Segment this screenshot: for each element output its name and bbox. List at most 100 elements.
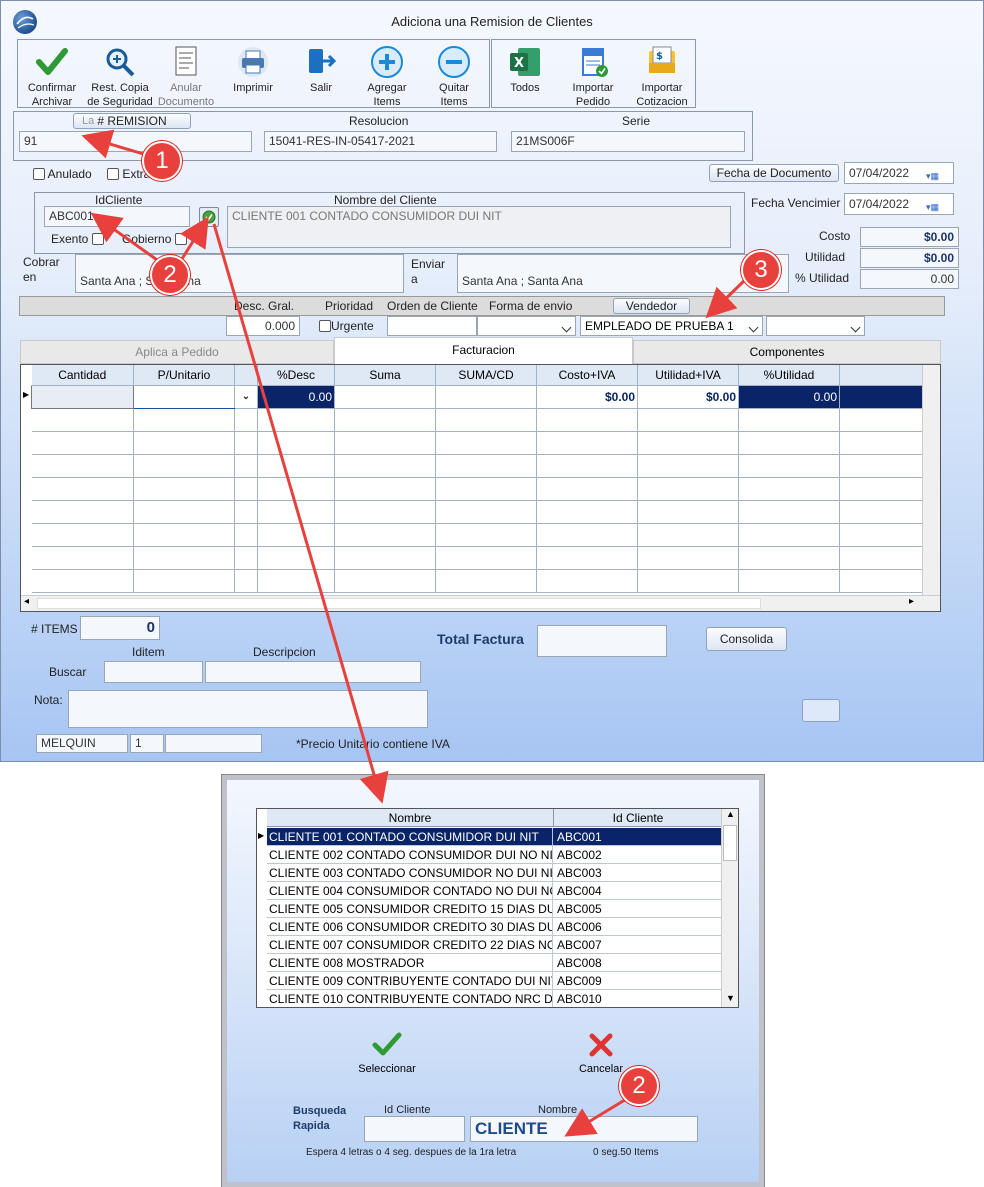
utilidad-iva-cell[interactable]: $0.00 bbox=[637, 385, 739, 409]
table-row[interactable]: CLIENTE 010 CONTRIBUYENTE CONTADO NRC DA… bbox=[267, 990, 721, 1007]
cantidad-cell[interactable] bbox=[31, 384, 134, 409]
table-row[interactable] bbox=[31, 500, 926, 524]
scroll-right-icon[interactable]: ▸ bbox=[909, 596, 914, 607]
idcliente-field[interactable]: ABC001 bbox=[44, 206, 190, 227]
extra-check[interactable] bbox=[107, 168, 119, 180]
vendedor-button[interactable]: Vendedor bbox=[613, 298, 690, 314]
table-row[interactable]: CLIENTE 008 MOSTRADOR ABC008 bbox=[267, 954, 721, 972]
void-document-button[interactable]: Anular Documento bbox=[156, 41, 216, 109]
nota-field[interactable] bbox=[68, 690, 428, 728]
export-all-button[interactable]: X Todos bbox=[497, 41, 553, 95]
scroll-thumb[interactable] bbox=[723, 825, 737, 861]
consolida-button[interactable]: Consolida bbox=[706, 627, 787, 651]
client-name-cell[interactable]: CLIENTE 009 CONTRIBUYENTE CONTADO DUI NI… bbox=[269, 972, 553, 990]
client-id-cell[interactable]: ABC004 bbox=[557, 882, 717, 900]
blank-action-button[interactable] bbox=[802, 699, 840, 722]
fecha-vencimiento-picker[interactable]: 07/04/2022 ▾▦ bbox=[844, 193, 954, 215]
table-row[interactable] bbox=[31, 569, 926, 593]
iditem-search-field[interactable] bbox=[104, 661, 203, 683]
fecha-documento-picker[interactable]: 07/04/2022 ▾▦ bbox=[844, 162, 954, 184]
exento-check[interactable] bbox=[91, 233, 104, 245]
remision-label-button[interactable]: La # REMISION bbox=[73, 113, 191, 129]
client-name-cell[interactable]: CLIENTE 003 CONTADO CONSUMIDOR NO DUI NI… bbox=[269, 864, 553, 882]
orden-cliente-field[interactable] bbox=[387, 316, 477, 336]
cancel-button[interactable]: Cancelar bbox=[571, 1030, 631, 1075]
restore-backup-button[interactable]: Rest. Copia de Seguridad bbox=[85, 41, 155, 109]
confirm-archive-button[interactable]: Confirmar Archivar bbox=[21, 41, 83, 109]
anulado-check[interactable] bbox=[33, 168, 45, 180]
table-row[interactable]: ⌄ 0.00 $0.00 $0.00 0.00 bbox=[31, 384, 926, 409]
scroll-up-icon[interactable]: ▲ bbox=[726, 809, 735, 819]
table-row[interactable] bbox=[31, 523, 926, 547]
client-name-cell[interactable]: CLIENTE 004 CONSUMIDOR CONTADO NO DUI NO… bbox=[269, 882, 553, 900]
add-items-button[interactable]: Agregar Items bbox=[359, 41, 415, 109]
costo-iva-cell[interactable]: $0.00 bbox=[536, 385, 638, 409]
resolucion-field[interactable]: 15041-RES-IN-05417-2021 bbox=[264, 131, 497, 152]
table-row[interactable]: CLIENTE 002 CONTADO CONSUMIDOR DUI NO NI… bbox=[267, 846, 721, 864]
client-name-cell[interactable]: CLIENTE 008 MOSTRADOR bbox=[269, 954, 553, 972]
table-row[interactable]: CLIENTE 004 CONSUMIDOR CONTADO NO DUI NO… bbox=[267, 882, 721, 900]
vertical-scrollbar[interactable] bbox=[922, 365, 940, 595]
calendar-icon[interactable]: ▾▦ bbox=[926, 166, 950, 181]
descripcion-search-field[interactable] bbox=[205, 661, 421, 683]
import-order-button[interactable]: Importar Pedido bbox=[565, 41, 621, 109]
quick-search-id-field[interactable] bbox=[364, 1116, 465, 1142]
col-header[interactable]: Utilidad+IVA bbox=[637, 365, 739, 386]
client-id-cell[interactable]: ABC001 bbox=[557, 828, 717, 846]
col-header-nombre[interactable]: Nombre bbox=[267, 809, 554, 827]
punitario-cell[interactable] bbox=[133, 385, 235, 409]
remove-items-button[interactable]: Quitar Items bbox=[426, 41, 482, 109]
enviar-field[interactable]: Santa Ana ; Santa Ana bbox=[457, 254, 789, 293]
table-row[interactable]: CLIENTE 001 CONTADO CONSUMIDOR DUI NIT AB… bbox=[267, 828, 721, 846]
tab-facturacion[interactable]: Facturacion bbox=[334, 337, 633, 365]
desc-gral-field[interactable]: 0.000 bbox=[226, 316, 300, 336]
tab-componentes[interactable]: Componentes bbox=[633, 340, 941, 364]
pct-utilidad-cell[interactable]: 0.00 bbox=[738, 385, 840, 409]
client-id-cell[interactable]: ABC010 bbox=[557, 990, 717, 1007]
table-row[interactable]: CLIENTE 006 CONSUMIDOR CREDITO 30 DIAS D… bbox=[267, 918, 721, 936]
table-row[interactable] bbox=[31, 477, 926, 501]
gobierno-check[interactable] bbox=[174, 233, 187, 245]
col-header[interactable] bbox=[234, 365, 258, 386]
quick-search-name-field[interactable]: CLIENTE bbox=[470, 1116, 698, 1142]
suma-cell[interactable] bbox=[334, 385, 436, 409]
cobrar-field[interactable]: Santa Ana ; Santa Ana bbox=[75, 254, 404, 293]
anulado-checkbox[interactable]: Anulado bbox=[33, 167, 92, 181]
remision-number-field[interactable]: 91 bbox=[19, 131, 252, 152]
desc-cell[interactable]: 0.00 bbox=[257, 385, 335, 409]
client-name-cell[interactable]: CLIENTE 010 CONTRIBUYENTE CONTADO NRC D bbox=[269, 990, 553, 1007]
items-grid[interactable]: Cantidad P/Unitario %Desc Suma SUMA/CD C… bbox=[20, 364, 941, 612]
exento-checkbox[interactable]: Exento bbox=[51, 232, 104, 246]
col-header[interactable]: SUMA/CD bbox=[435, 365, 537, 386]
table-row[interactable] bbox=[31, 454, 926, 478]
client-id-cell[interactable]: ABC006 bbox=[557, 918, 717, 936]
table-row[interactable] bbox=[31, 546, 926, 570]
col-header[interactable]: P/Unitario bbox=[133, 365, 235, 386]
urgente-check[interactable] bbox=[319, 320, 331, 332]
client-id-cell[interactable]: ABC002 bbox=[557, 846, 717, 864]
client-list-grid[interactable]: Nombre Id Cliente CLIENTE 001 CONTADO CO… bbox=[256, 808, 739, 1008]
gobierno-checkbox[interactable]: Gobierno bbox=[122, 232, 187, 246]
col-header-id[interactable]: Id Cliente bbox=[555, 809, 721, 827]
col-header[interactable]: Suma bbox=[334, 365, 436, 386]
col-header[interactable]: Cantidad bbox=[31, 365, 134, 386]
table-row[interactable]: CLIENTE 009 CONTRIBUYENTE CONTADO DUI NI… bbox=[267, 972, 721, 990]
client-name-cell[interactable]: CLIENTE 005 CONSUMIDOR CREDITO 15 DIAS D… bbox=[269, 900, 553, 918]
exit-button[interactable]: Salir bbox=[293, 41, 349, 95]
client-id-cell[interactable]: ABC007 bbox=[557, 936, 717, 954]
client-name-cell[interactable]: CLIENTE 007 CONSUMIDOR CREDITO 22 DIAS N… bbox=[269, 936, 553, 954]
scroll-left-icon[interactable]: ◂ bbox=[24, 596, 29, 607]
client-id-cell[interactable]: ABC003 bbox=[557, 864, 717, 882]
table-row[interactable] bbox=[31, 408, 926, 432]
vertical-scrollbar[interactable]: ▲ ▼ bbox=[721, 809, 738, 1007]
vendedor-select[interactable]: EMPLEADO DE PRUEBA 1 bbox=[580, 316, 763, 336]
client-id-cell[interactable]: ABC008 bbox=[557, 954, 717, 972]
scroll-down-icon[interactable]: ▼ bbox=[726, 993, 735, 1003]
col-header[interactable]: %Utilidad bbox=[738, 365, 840, 386]
import-quote-button[interactable]: $ Importar Cotizacion bbox=[631, 41, 693, 109]
horizontal-scrollbar[interactable]: ◂ ▸ bbox=[21, 595, 940, 611]
client-name-cell[interactable]: CLIENTE 006 CONSUMIDOR CREDITO 30 DIAS D… bbox=[269, 918, 553, 936]
col-header[interactable]: Costo+IVA bbox=[536, 365, 638, 386]
vendedor-extra-select[interactable] bbox=[766, 316, 865, 336]
client-id-cell[interactable]: ABC005 bbox=[557, 900, 717, 918]
